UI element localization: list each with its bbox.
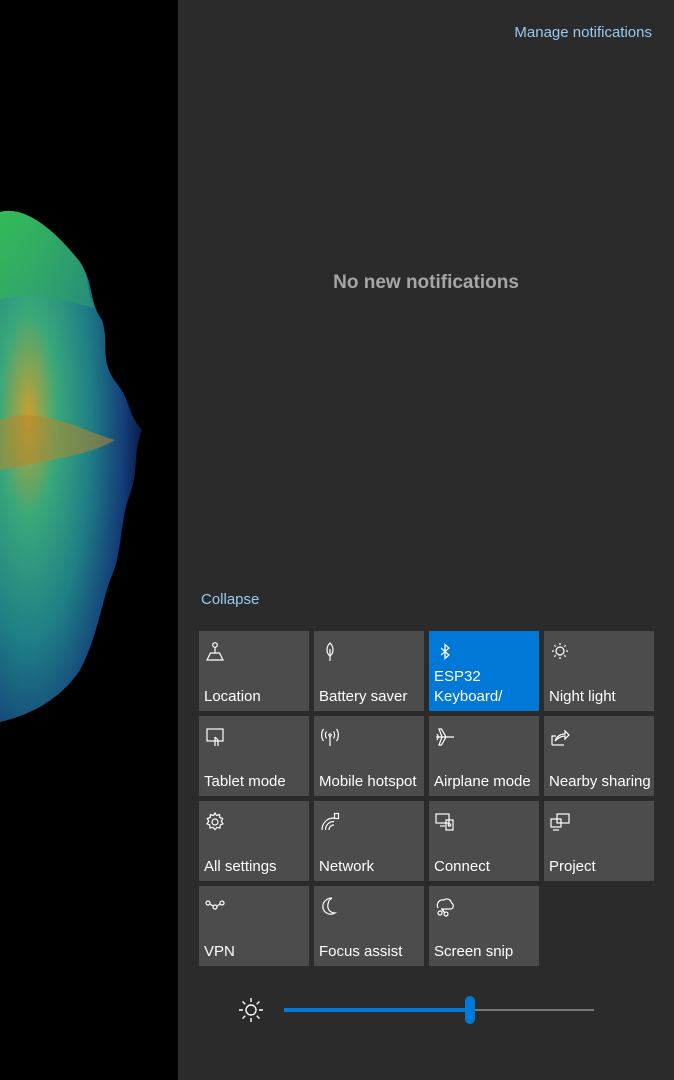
network-icon <box>319 811 341 833</box>
screen-snip-tile[interactable]: Screen snip <box>429 886 539 966</box>
night-light-label: Night light <box>549 688 616 705</box>
scissors-icon <box>434 896 456 918</box>
project-icon <box>549 811 571 833</box>
vpn-tile[interactable]: VPN <box>199 886 309 966</box>
battery-saver-label: Battery saver <box>319 688 408 705</box>
mobile-hotspot-label: Mobile hotspot <box>319 773 417 790</box>
all-settings-label: All settings <box>204 858 277 875</box>
location-label: Location <box>204 688 261 705</box>
collapse-link[interactable]: Collapse <box>201 591 259 608</box>
gear-icon <box>204 811 226 833</box>
action-center-panel: Manage notifications No new notification… <box>178 0 674 1080</box>
vpn-label: VPN <box>204 943 235 960</box>
tablet-mode-tile[interactable]: Tablet mode <box>199 716 309 796</box>
battery-saver-tile[interactable]: Battery saver <box>314 631 424 711</box>
airplane-icon <box>434 726 456 748</box>
brightness-slider-fill <box>284 1008 470 1012</box>
bluetooth-label: ESP32 Keyboard/ <box>434 668 503 705</box>
brightness-icon <box>237 996 265 1024</box>
all-settings-tile[interactable]: All settings <box>199 801 309 881</box>
brightness-slider[interactable] <box>284 996 594 1024</box>
tablet-mode-label: Tablet mode <box>204 773 286 790</box>
airplane-mode-tile[interactable]: Airplane mode <box>429 716 539 796</box>
hotspot-icon <box>319 726 341 748</box>
project-tile[interactable]: Project <box>544 801 654 881</box>
location-icon <box>204 641 226 663</box>
tablet-mode-icon <box>204 726 226 748</box>
desktop-wallpaper <box>0 0 178 1080</box>
network-label: Network <box>319 858 375 875</box>
airplane-mode-label: Airplane mode <box>434 773 531 790</box>
screen-snip-label: Screen snip <box>434 943 514 960</box>
focus-assist-label: Focus assist <box>319 943 403 960</box>
connect-label: Connect <box>434 858 490 875</box>
battery-saver-icon <box>319 641 341 663</box>
share-icon <box>549 726 571 748</box>
nearby-sharing-tile[interactable]: Nearby sharing <box>544 716 654 796</box>
moon-icon <box>319 896 341 918</box>
bluetooth-icon <box>434 641 456 663</box>
focus-assist-tile[interactable]: Focus assist <box>314 886 424 966</box>
brightness-slider-thumb[interactable] <box>465 996 475 1024</box>
connect-tile[interactable]: Connect <box>429 801 539 881</box>
project-label: Project <box>549 858 596 875</box>
nearby-sharing-label: Nearby sharing <box>549 773 651 790</box>
mobile-hotspot-tile[interactable]: Mobile hotspot <box>314 716 424 796</box>
location-tile[interactable]: Location <box>199 631 309 711</box>
bluetooth-tile[interactable]: ESP32 Keyboard/ <box>429 631 539 711</box>
network-tile[interactable]: Network <box>314 801 424 881</box>
manage-notifications-link[interactable]: Manage notifications <box>514 24 652 41</box>
connect-icon <box>434 811 456 833</box>
vpn-icon <box>204 896 226 918</box>
night-light-tile[interactable]: Night light <box>544 631 654 711</box>
no-notifications-message: No new notifications <box>333 272 519 293</box>
night-light-icon <box>549 641 571 663</box>
